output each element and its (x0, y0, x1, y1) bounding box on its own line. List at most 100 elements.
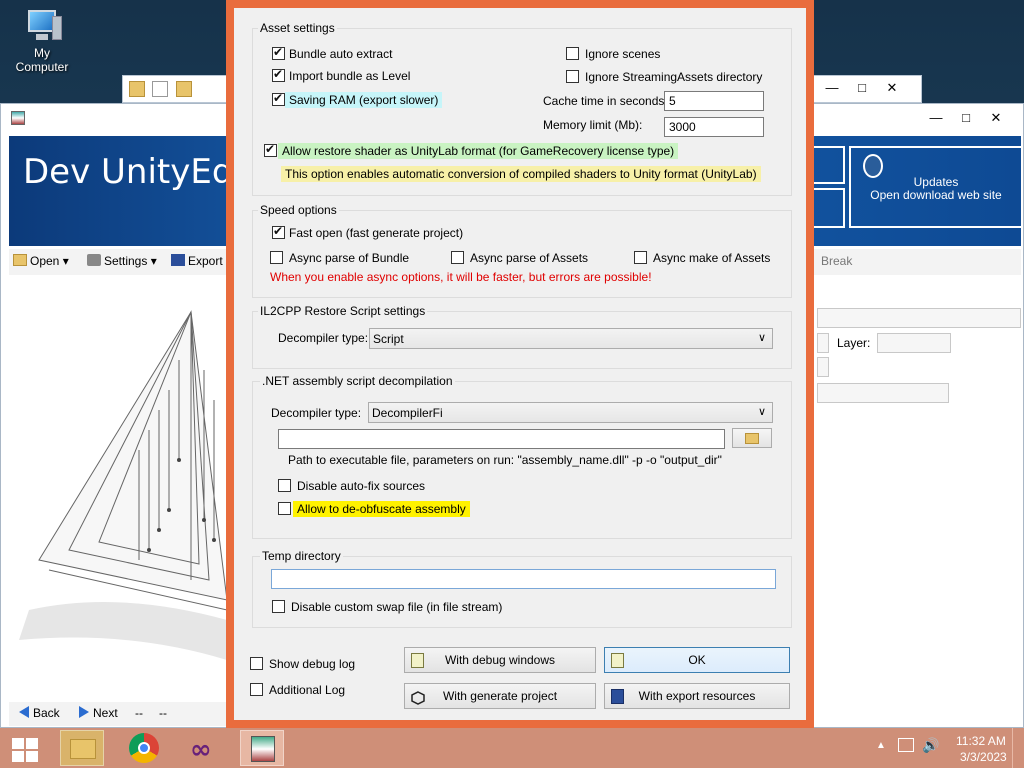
new-folder-icon[interactable] (175, 81, 192, 97)
fast-open-label: Fast open (fast generate project) (289, 226, 464, 240)
file-explorer-taskbar-button[interactable] (60, 730, 104, 766)
settings-dialog-body: Asset settings Bundle auto extract Impor… (234, 8, 806, 720)
async-parse-bundle-checkbox[interactable] (270, 251, 283, 264)
banner-tile[interactable] (809, 146, 845, 184)
start-button[interactable] (2, 730, 46, 766)
taskbar: ∞ ▲ 🔊 11:32 AM 3/3/2023 (0, 728, 1024, 768)
cache-time-input[interactable]: 5 (664, 91, 764, 111)
import-bundle-checkbox[interactable] (272, 67, 285, 82)
saving-ram-checkbox[interactable] (272, 91, 285, 106)
next-button[interactable]: Next (79, 706, 118, 720)
close-icon[interactable]: ✕ (877, 76, 907, 100)
app-icon (11, 111, 25, 125)
disable-autofix-checkbox[interactable] (278, 479, 291, 492)
volume-icon[interactable]: 🔊 (922, 737, 939, 754)
show-debug-log-checkbox[interactable] (250, 657, 263, 670)
nav-separator[interactable]: -- (159, 706, 167, 720)
open-button[interactable]: Open ▾ (13, 254, 69, 268)
visual-studio-taskbar-button[interactable]: ∞ (182, 730, 226, 766)
property-field[interactable] (817, 357, 829, 377)
nav-separator[interactable]: -- (135, 706, 143, 720)
property-field[interactable] (817, 308, 1021, 328)
show-hidden-icons-icon[interactable]: ▲ (876, 740, 886, 751)
async-warning: When you enable async options, it will b… (270, 270, 652, 284)
desktop-icon-label: My Computer (15, 46, 69, 74)
additional-log-checkbox[interactable] (250, 683, 263, 696)
temp-directory-title: Temp directory (260, 549, 343, 563)
saving-ram-label: Saving RAM (export slower) (285, 92, 443, 108)
executable-path-input[interactable] (278, 429, 725, 449)
break-button[interactable]: Break (821, 254, 852, 268)
windows-logo-icon (12, 738, 38, 762)
browse-button[interactable] (732, 428, 772, 448)
gear-icon (87, 254, 101, 266)
export-button[interactable]: Export (171, 254, 223, 268)
minimize-icon[interactable]: — (921, 106, 951, 130)
settings-label: Settings (104, 254, 148, 268)
show-desktop-button[interactable] (1012, 728, 1024, 768)
dotnet-title: .NET assembly script decompilation (260, 374, 455, 388)
speed-options-title: Speed options (258, 203, 339, 217)
maximize-icon[interactable]: □ (847, 76, 877, 100)
bundle-auto-extract-checkbox[interactable] (272, 45, 285, 60)
allow-restore-shader-checkbox[interactable] (264, 142, 277, 157)
with-export-resources-button[interactable]: With export resources (604, 683, 790, 709)
async-parse-bundle-label: Async parse of Bundle (289, 251, 410, 265)
async-make-assets-checkbox[interactable] (634, 251, 647, 264)
with-debug-windows-label: With debug windows (444, 653, 556, 667)
clock-date[interactable]: 3/3/2023 (960, 750, 1007, 764)
close-icon[interactable]: ✕ (981, 106, 1011, 130)
unity-editor-taskbar-button[interactable] (240, 730, 284, 766)
chevron-down-icon: ∨ (757, 406, 766, 418)
disable-swap-checkbox[interactable] (272, 600, 285, 613)
property-field[interactable] (817, 333, 829, 353)
back-button[interactable]: Back (19, 706, 60, 720)
properties-icon[interactable] (152, 81, 169, 97)
additional-log-label: Additional Log (269, 683, 346, 697)
with-generate-project-button[interactable]: With generate project (404, 683, 596, 709)
allow-deobfuscate-checkbox[interactable] (278, 502, 291, 515)
fast-open-checkbox[interactable] (272, 224, 285, 239)
minimize-icon[interactable]: — (817, 76, 847, 100)
computer-icon (22, 8, 62, 42)
property-field[interactable] (817, 383, 949, 403)
il2cpp-decompiler-select[interactable]: Script ∨ (369, 328, 773, 349)
desktop-icon-my-computer[interactable]: My Computer (6, 8, 78, 74)
next-label: Next (93, 706, 118, 720)
temp-directory-input[interactable] (271, 569, 776, 589)
save-icon (611, 689, 624, 704)
maximize-icon[interactable]: □ (951, 106, 981, 130)
navigation-bar: Back Next -- -- (9, 702, 227, 726)
updates-subtitle: Open download web site (870, 188, 1002, 202)
settings-button[interactable]: Settings ▾ (87, 254, 157, 268)
open-label: Open (30, 254, 60, 268)
save-icon (171, 254, 185, 266)
cache-time-label: Cache time in seconds: (543, 94, 668, 108)
dotnet-decompiler-value: DecompilerFi (372, 406, 443, 420)
ignore-streaming-checkbox[interactable] (566, 70, 579, 83)
ok-button[interactable]: OK (604, 647, 790, 673)
network-icon[interactable] (898, 738, 914, 752)
banner-tile[interactable] (809, 188, 845, 228)
updates-tile[interactable]: Updates Open download web site (849, 146, 1023, 228)
with-debug-windows-button[interactable]: With debug windows (404, 647, 596, 673)
folder-icon (13, 254, 27, 266)
layer-field[interactable] (877, 333, 951, 353)
break-label: Break (821, 254, 853, 268)
globe-icon (863, 154, 883, 178)
unity-icon (411, 689, 425, 705)
async-parse-assets-checkbox[interactable] (451, 251, 464, 264)
il2cpp-decompiler-value: Script (373, 332, 404, 346)
document-icon (611, 653, 624, 668)
async-parse-assets-label: Async parse of Assets (470, 251, 589, 265)
folder-icon[interactable] (129, 81, 145, 97)
bundle-auto-extract-label: Bundle auto extract (289, 47, 393, 61)
folder-icon (70, 739, 96, 759)
app-logo: Dev UnityEdit (23, 152, 257, 192)
clock-time[interactable]: 11:32 AM (956, 734, 1006, 748)
preview-panel (9, 280, 227, 702)
memory-limit-input[interactable]: 3000 (664, 117, 764, 137)
ignore-scenes-checkbox[interactable] (566, 47, 579, 60)
chrome-taskbar-button[interactable] (122, 730, 166, 766)
dotnet-decompiler-select[interactable]: DecompilerFi ∨ (368, 402, 773, 423)
